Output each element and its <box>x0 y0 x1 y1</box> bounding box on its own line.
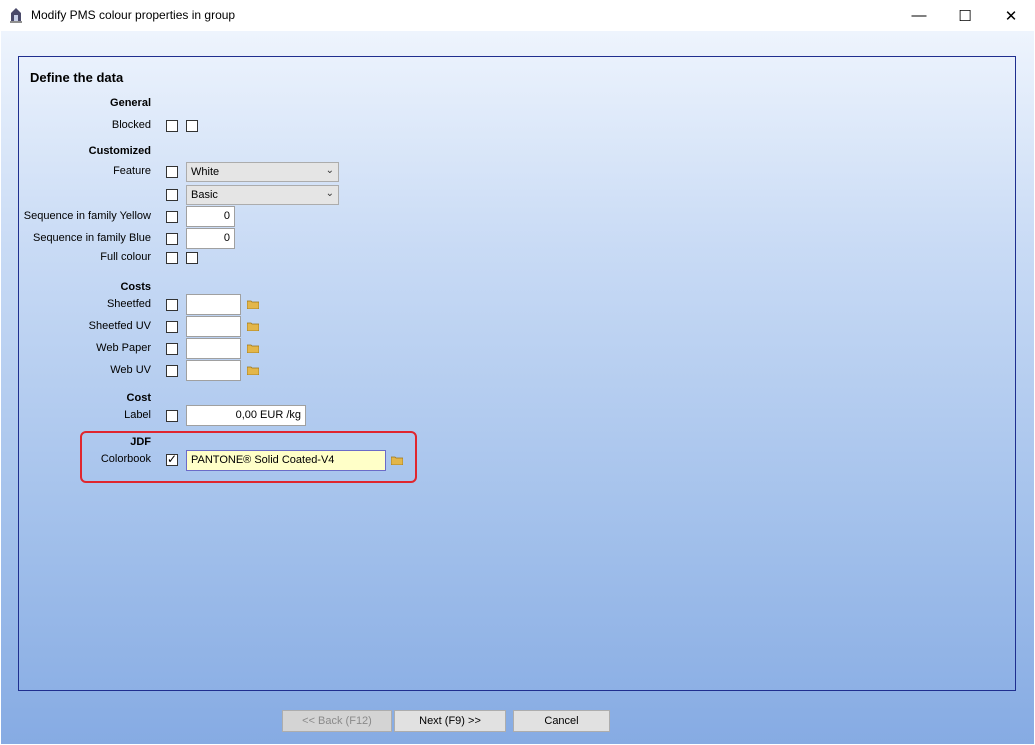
folder-icon[interactable] <box>391 456 403 465</box>
web-uv-apply-checkbox[interactable] <box>166 365 178 377</box>
sheetfed-uv-label: Sheetfed UV <box>88 320 151 332</box>
next-button[interactable]: Next (F9) >> <box>394 710 506 732</box>
chevron-down-icon: ⌄ <box>325 188 334 199</box>
blocked-checkbox[interactable] <box>186 120 198 132</box>
sheetfed-uv-apply-checkbox[interactable] <box>166 321 178 333</box>
title-bar: Modify PMS colour properties in group — … <box>0 0 1035 31</box>
feature-select[interactable]: White ⌄ <box>186 162 339 182</box>
web-paper-input[interactable] <box>186 338 241 359</box>
sheetfed-uv-input[interactable] <box>186 316 241 337</box>
section-customized: Customized <box>88 145 151 157</box>
web-paper-label: Web Paper <box>96 342 151 354</box>
section-general: General <box>110 97 151 109</box>
blocked-apply-checkbox[interactable] <box>166 120 178 132</box>
full-colour-checkbox[interactable] <box>186 252 198 264</box>
feature2-select[interactable]: Basic ⌄ <box>186 185 339 205</box>
folder-icon[interactable] <box>247 366 259 375</box>
feature-apply-checkbox[interactable] <box>166 166 178 178</box>
sheetfed-apply-checkbox[interactable] <box>166 299 178 311</box>
colorbook-apply-checkbox[interactable] <box>166 452 178 466</box>
close-button[interactable]: ✕ <box>988 0 1034 31</box>
web-paper-apply-checkbox[interactable] <box>166 343 178 355</box>
feature-select-value: White <box>191 166 220 178</box>
section-costs: Costs <box>120 281 151 293</box>
folder-icon[interactable] <box>247 300 259 309</box>
seq-yellow-label: Sequence in family Yellow <box>23 210 151 222</box>
seq-blue-input[interactable]: 0 <box>186 228 235 249</box>
back-button[interactable]: << Back (F12) <box>282 710 392 732</box>
seq-yellow-apply-checkbox[interactable] <box>166 211 178 223</box>
blocked-label: Blocked <box>111 119 151 131</box>
app-icon <box>10 8 22 23</box>
seq-yellow-input[interactable]: 0 <box>186 206 235 227</box>
cost-label-label: Label <box>124 409 151 421</box>
window-title: Modify PMS colour properties in group <box>31 8 236 22</box>
folder-icon[interactable] <box>247 322 259 331</box>
sheetfed-label: Sheetfed <box>106 298 151 310</box>
cancel-button[interactable]: Cancel <box>513 710 610 732</box>
maximize-button[interactable]: ☐ <box>942 0 988 31</box>
cost-label-apply-checkbox[interactable] <box>166 410 178 422</box>
colorbook-label: Colorbook <box>100 453 151 465</box>
minimize-button[interactable]: — <box>896 0 942 31</box>
section-jdf: JDF <box>130 436 151 448</box>
folder-icon[interactable] <box>247 344 259 353</box>
chevron-down-icon: ⌄ <box>325 165 334 176</box>
panel-title: Define the data <box>30 70 124 85</box>
feature2-select-value: Basic <box>191 189 218 201</box>
seq-blue-apply-checkbox[interactable] <box>166 233 178 245</box>
seq-blue-label: Sequence in family Blue <box>32 232 151 244</box>
colorbook-input[interactable]: PANTONE® Solid Coated-V4 <box>186 450 386 471</box>
section-cost: Cost <box>126 392 151 404</box>
full-colour-apply-checkbox[interactable] <box>166 252 178 264</box>
sheetfed-input[interactable] <box>186 294 241 315</box>
full-colour-label: Full colour <box>100 251 151 263</box>
cost-label-input[interactable]: 0,00 EUR /kg <box>186 405 306 426</box>
web-uv-input[interactable] <box>186 360 241 381</box>
feature-label: Feature <box>113 165 151 177</box>
feature2-apply-checkbox[interactable] <box>166 189 178 201</box>
web-uv-label: Web UV <box>110 364 151 376</box>
